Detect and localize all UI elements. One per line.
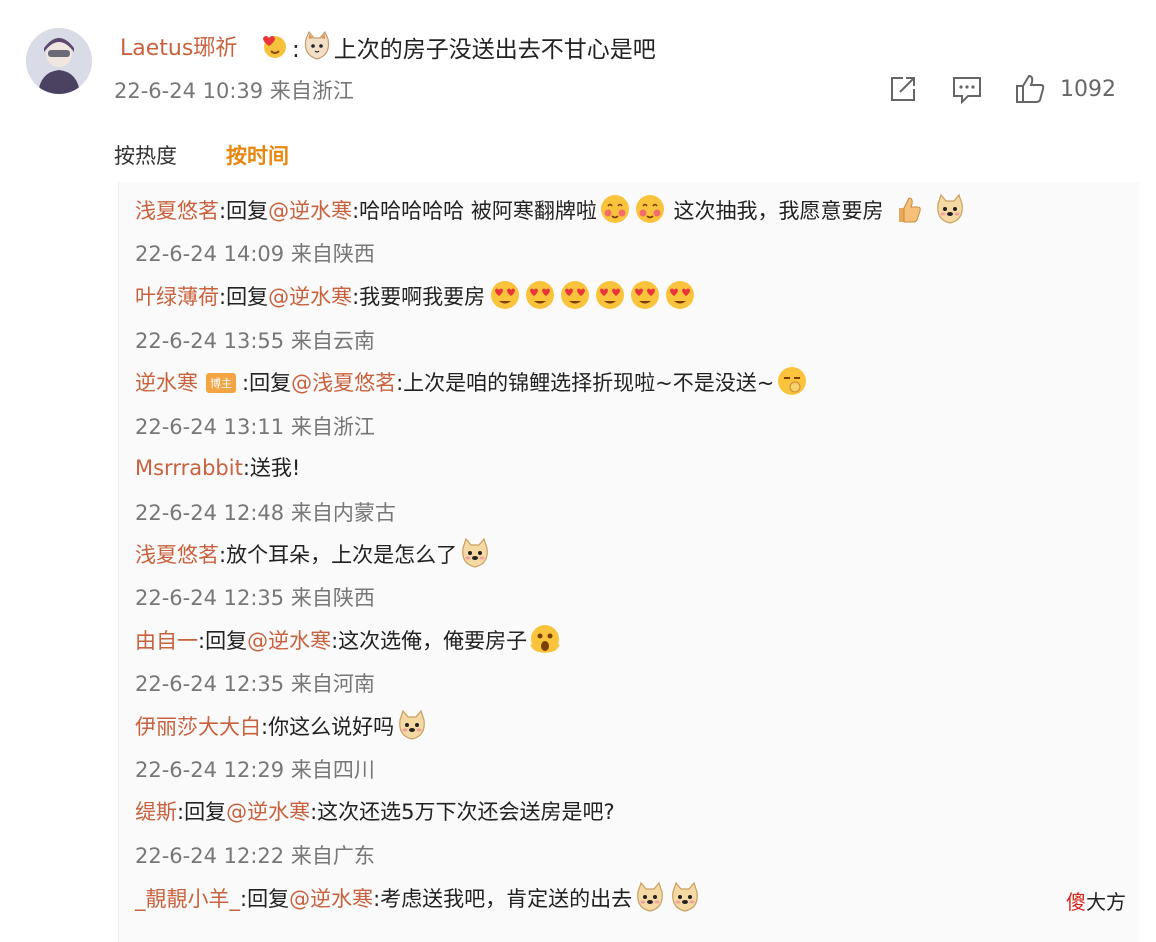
reply-text: :这次选俺，俺要房子 <box>331 629 528 653</box>
reply-item: _靚靚小羊_:回复@逆水寒:考虑送我吧，肯定送的出去 <box>135 880 702 914</box>
reply-username[interactable]: Msrrrabbit <box>135 456 243 480</box>
cat-emoji-icon <box>300 29 334 63</box>
blush-emoji-icon <box>633 192 667 226</box>
watermark-rest: 大方 <box>1086 890 1126 914</box>
like-count: 1092 <box>1060 76 1116 102</box>
share-button[interactable] <box>886 72 920 106</box>
reply-text: :放个耳朵，上次是怎么了 <box>219 543 458 567</box>
doge-emoji-icon <box>633 880 667 914</box>
reply-text: :考虑送我吧，肯定送的出去 <box>373 887 633 911</box>
reply-prefix: :回复 <box>219 199 269 223</box>
blush-emoji-icon <box>598 192 632 226</box>
reply-username[interactable]: 浅夏悠茗 <box>135 199 219 223</box>
comment-body: 上次的房子没送出去不甘心是吧 <box>333 37 656 63</box>
user-avatar[interactable] <box>26 28 92 94</box>
comment-button[interactable] <box>950 72 984 106</box>
reply-prefix: :回复 <box>198 629 248 653</box>
doge-emoji-icon <box>668 880 702 914</box>
comment-icon <box>953 77 981 105</box>
reply-item: Msrrrabbit:送我! <box>135 452 300 482</box>
reply-prefix: :回复 <box>242 371 292 395</box>
reply-username[interactable]: 伊丽莎大大白 <box>135 715 261 739</box>
reply-username[interactable]: 浅夏悠茗 <box>135 543 219 567</box>
reply-username[interactable]: 叶绿薄荷 <box>135 285 219 309</box>
mention-link[interactable]: @浅夏悠茗 <box>291 371 396 395</box>
reply-text: :送我! <box>242 456 301 480</box>
heart-eyes-emoji-icon <box>521 278 555 312</box>
reply-text-tail: 这次抽我，我愿意要房 <box>666 199 884 223</box>
heart-eyes-emoji-icon <box>626 278 660 312</box>
mention-link[interactable]: @逆水寒 <box>268 285 352 309</box>
author-badge: 博主 <box>206 373 236 393</box>
reply-item: 浅夏悠茗:回复@逆水寒:哈哈哈哈哈 被阿寒翻牌啦 这次抽我，我愿意要房 <box>135 192 967 226</box>
tab-sort-by-time[interactable]: 按时间 <box>226 140 289 170</box>
reply-meta: 22-6-24 14:09 来自陕西 <box>135 242 375 266</box>
heart-face-emoji-icon <box>258 29 292 63</box>
reply-meta: 22-6-24 12:35 来自陕西 <box>135 586 375 610</box>
heart-eyes-emoji-icon <box>661 278 695 312</box>
reply-text: :上次是咱的锦鲤选择折现啦~不是没送~ <box>396 371 775 395</box>
reply-username[interactable]: 逆水寒 <box>135 371 198 395</box>
mention-link[interactable]: @逆水寒 <box>289 887 373 911</box>
reply-meta: 22-6-24 13:11 来自浙江 <box>135 415 375 439</box>
thumbs-up-emoji-icon <box>891 192 925 226</box>
heart-eyes-emoji-icon <box>556 278 590 312</box>
reply-meta: 22-6-24 12:22 来自广东 <box>135 844 375 868</box>
share-icon <box>891 77 915 101</box>
comment-meta: 22-6-24 10:39 来自浙江 <box>114 79 354 103</box>
reply-item: 伊丽莎大大白:你这么说好吗 <box>135 708 429 742</box>
comment-text: : 上次的房子没送出去不甘心是吧 <box>258 29 656 64</box>
reply-text: :我要啊我要房 <box>352 285 486 309</box>
heart-eyes-emoji-icon <box>591 278 625 312</box>
comment-username[interactable]: Laetus琊祈 <box>120 30 237 62</box>
mention-link[interactable]: @逆水寒 <box>268 199 352 223</box>
reply-item: 缇斯:回复@逆水寒:这次还选5万下次还会送房是吧? <box>135 796 615 826</box>
reply-text: :你这么说好吗 <box>261 715 395 739</box>
watermark-red-char: 傻 <box>1066 890 1086 914</box>
reply-text: :哈哈哈哈哈 被阿寒翻牌啦 <box>352 199 597 223</box>
reply-item: 浅夏悠茗:放个耳朵，上次是怎么了 <box>135 536 492 570</box>
reply-prefix: :回复 <box>219 285 269 309</box>
doge-emoji-icon <box>395 708 429 742</box>
reply-prefix: :回复 <box>177 800 227 824</box>
sly-emoji-icon <box>775 364 809 398</box>
reply-username[interactable]: _靚靚小羊_ <box>135 887 240 911</box>
reply-item: 叶绿薄荷:回复@逆水寒:我要啊我要房 <box>135 278 695 312</box>
reply-meta: 22-6-24 12:35 来自河南 <box>135 672 375 696</box>
doge-emoji-icon <box>458 536 492 570</box>
mention-link[interactable]: @逆水寒 <box>226 800 310 824</box>
reply-meta: 22-6-24 12:48 来自内蒙古 <box>135 501 396 525</box>
doge-emoji-icon <box>933 192 967 226</box>
watermark: 傻大方 <box>1066 886 1126 915</box>
reply-username[interactable]: 缇斯 <box>135 800 177 824</box>
reply-item: 逆水寒 博主 :回复@浅夏悠茗:上次是咱的锦鲤选择折现啦~不是没送~ <box>135 364 809 398</box>
reply-meta: 22-6-24 12:29 来自四川 <box>135 758 375 782</box>
reply-meta: 22-6-24 13:55 来自云南 <box>135 329 375 353</box>
mention-link[interactable]: @逆水寒 <box>247 629 331 653</box>
reply-item: 由自一:回复@逆水寒:这次选俺，俺要房子 <box>135 622 562 656</box>
heart-eyes-emoji-icon <box>486 278 520 312</box>
shocked-emoji-icon <box>528 622 562 656</box>
tab-sort-by-hot[interactable]: 按热度 <box>114 140 177 170</box>
like-button[interactable]: 1092 <box>1014 72 1116 106</box>
thumbs-up-icon <box>1016 74 1045 103</box>
reply-prefix: :回复 <box>240 887 290 911</box>
reply-text: :这次还选5万下次还会送房是吧? <box>310 800 615 824</box>
reply-username[interactable]: 由自一 <box>135 629 198 653</box>
